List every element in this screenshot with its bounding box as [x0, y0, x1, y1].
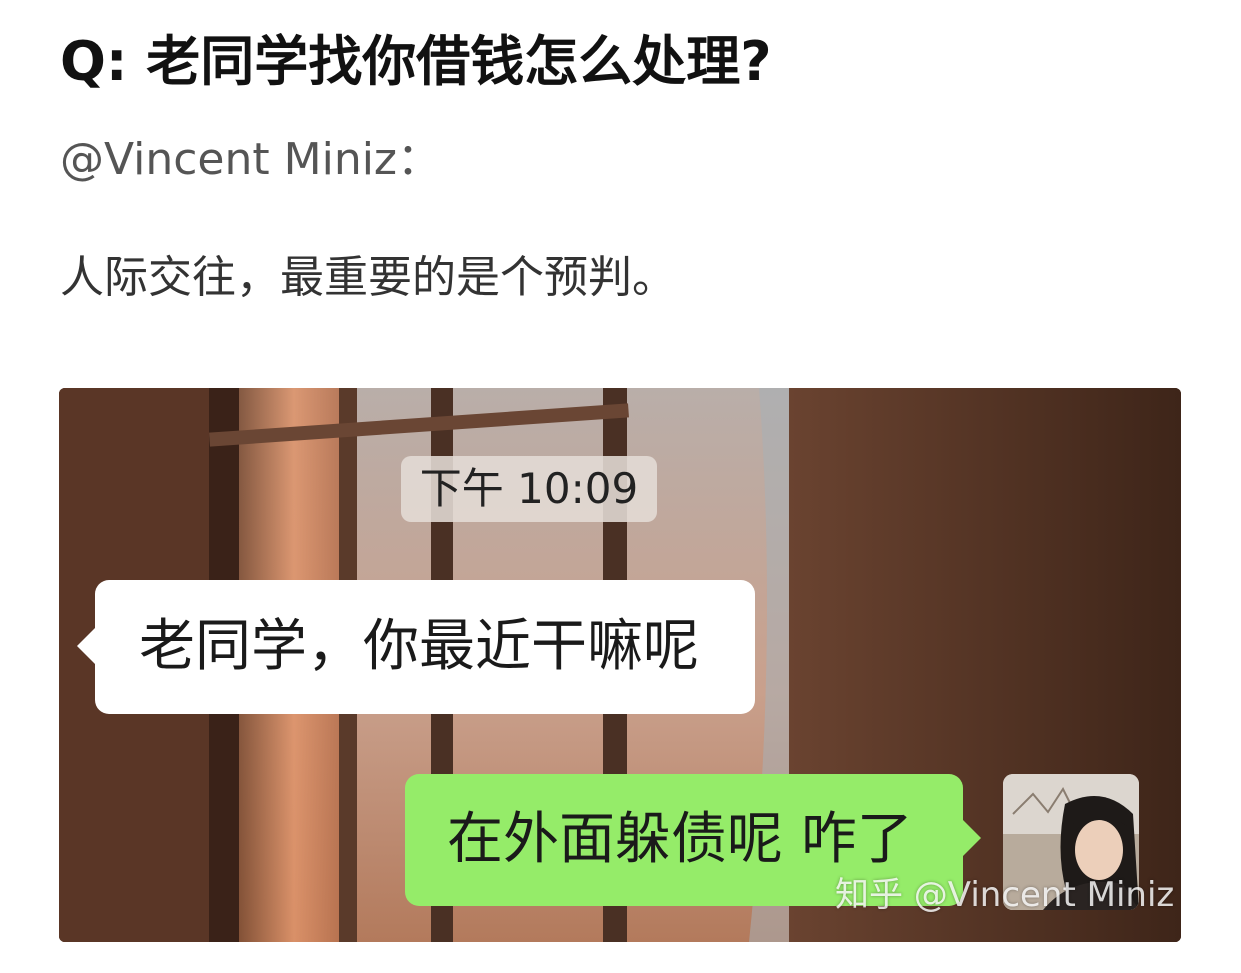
chat-screenshot-image[interactable]: 下午 10:09 老同学，你最近干嘛呢 在外面躲债呢 咋了 知乎 @Vincen…: [59, 388, 1181, 942]
answer-text: 人际交往，最重要的是个预判。: [60, 252, 676, 303]
question-title: Q: 老同学找你借钱怎么处理?: [60, 30, 772, 93]
author-name[interactable]: @Vincent Miniz：: [60, 130, 441, 190]
chat-timestamp: 下午 10:09: [401, 456, 657, 522]
watermark-text: 知乎 @Vincent Miniz: [835, 875, 1175, 915]
incoming-message-bubble: 老同学，你最近干嘛呢: [77, 580, 755, 714]
